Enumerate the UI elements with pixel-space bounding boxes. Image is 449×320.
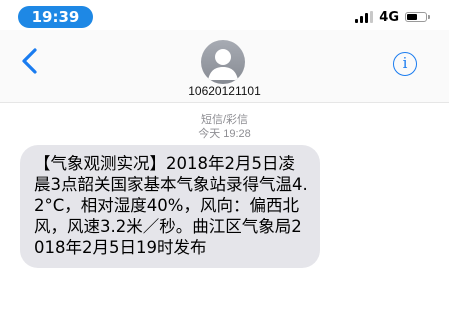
contact-number[interactable]: 10620121101 xyxy=(0,84,449,98)
message-meta: 短信/彩信 今天 19:28 xyxy=(0,113,449,141)
signal-strength-icon xyxy=(355,11,374,23)
network-type: 4G xyxy=(379,9,399,25)
status-bar: 19:39 4G xyxy=(0,0,449,30)
incoming-message-bubble[interactable]: 【气象观测实况】2018年2月5日凌晨3点韶关国家基本气象站录得气温4.2°C，… xyxy=(20,145,320,268)
message-timestamp: 今天 19:28 xyxy=(198,128,251,140)
chevron-left-icon xyxy=(22,48,37,74)
message-type-label: 短信/彩信 xyxy=(200,114,249,126)
person-silhouette-icon xyxy=(208,49,238,80)
battery-icon xyxy=(405,12,430,22)
messages-screen: 19:39 4G 10620121101 i 短信/彩信 今天 19:28 【气… xyxy=(0,0,449,320)
status-time[interactable]: 19:39 xyxy=(18,6,93,28)
contact-avatar[interactable] xyxy=(201,40,245,84)
back-button[interactable] xyxy=(18,46,44,76)
info-button[interactable]: i xyxy=(393,52,417,76)
conversation-header: 10620121101 i xyxy=(0,30,449,103)
status-indicators: 4G xyxy=(355,9,430,25)
info-icon: i xyxy=(402,54,408,72)
